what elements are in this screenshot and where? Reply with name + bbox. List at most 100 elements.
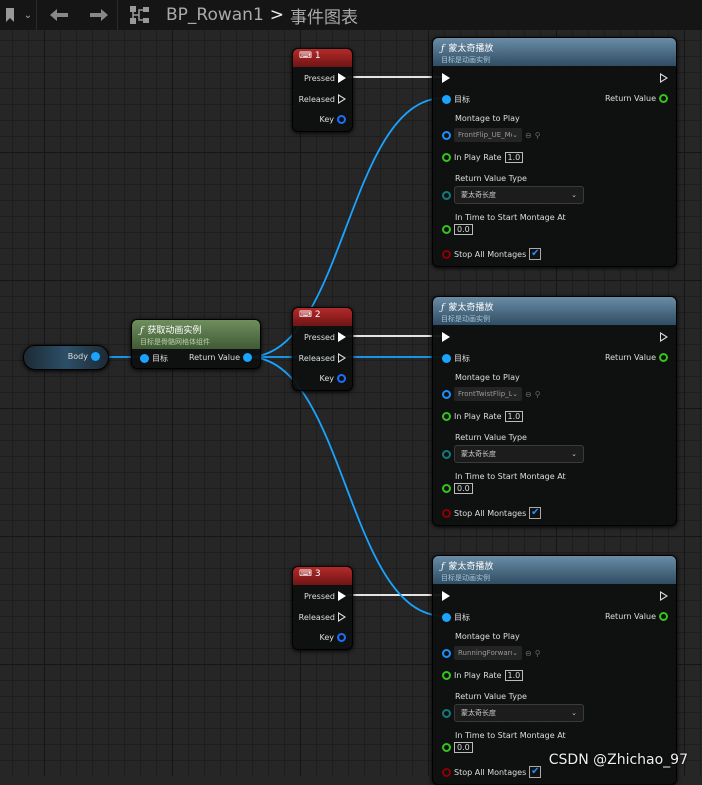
key-event-node[interactable]: ⌨ 2 Pressed Released Key (292, 307, 353, 391)
start-time-pin[interactable] (442, 225, 451, 234)
browse-icon[interactable]: ⊖ (525, 649, 532, 658)
chevron-down-icon: ⌄ (512, 390, 518, 398)
return-type-value: 蒙太奇长度 (461, 191, 496, 199)
chevron-down-icon: ⌄ (512, 131, 518, 139)
exec-out-pin[interactable] (660, 332, 668, 342)
released-exec-pin[interactable] (338, 94, 346, 104)
pressed-label: Pressed (303, 591, 335, 601)
stop-all-checkbox[interactable]: ✔ (529, 248, 542, 260)
montage-label: Montage to Play (455, 114, 520, 123)
target-pin[interactable] (442, 613, 451, 622)
return-type-pin[interactable] (442, 449, 451, 459)
exec-out-pin[interactable] (660, 591, 668, 601)
watermark: CSDN @Zhichao_97 (548, 752, 688, 768)
montage-play-node[interactable]: ƒ 蒙太奇播放 目标是动画实例 目标 Return Value Montage to… (432, 555, 677, 785)
node-subtitle: 目标是动画实例 (441, 56, 490, 64)
stop-all-label: Stop All Montages (454, 767, 527, 777)
target-label: 目标 (454, 354, 470, 363)
search-icon[interactable]: ⚲ (535, 649, 541, 658)
key-output-pin[interactable] (337, 374, 346, 383)
montage-asset-picker[interactable]: FrontTwistFlip_L ⌄ (454, 387, 522, 401)
start-time-pin[interactable] (442, 743, 451, 752)
play-rate-pin[interactable] (442, 153, 451, 162)
released-label: Released (298, 94, 335, 104)
montage-play-node[interactable]: ƒ 蒙太奇播放 目标是动画实例 目标 Return Value Montage to… (432, 296, 677, 526)
exec-out-pin[interactable] (660, 73, 668, 83)
montage-pin[interactable] (442, 130, 451, 140)
pressed-label: Pressed (303, 73, 335, 83)
browse-icon[interactable]: ⊖ (525, 390, 532, 399)
stop-all-checkbox[interactable]: ✔ (529, 766, 542, 778)
pressed-exec-pin[interactable] (338, 73, 346, 83)
montage-value: FrontTwistFlip_L (458, 390, 513, 398)
return-type-label: Return Value Type (455, 692, 527, 701)
return-type-label: Return Value Type (455, 433, 527, 442)
return-type-pin[interactable] (442, 190, 451, 200)
start-time-input[interactable]: 0.0 (454, 483, 473, 494)
key-name: 1 (314, 51, 321, 61)
keyboard-icon: ⌨ (299, 51, 312, 61)
body-output-pin[interactable] (91, 352, 100, 361)
chevron-down-icon: ⌄ (571, 709, 577, 717)
released-label: Released (298, 612, 335, 622)
return-type-dropdown[interactable]: 蒙太奇长度 ⌄ (454, 704, 584, 722)
node-subtitle: 目标是骨骼网格体组件 (140, 338, 210, 346)
return-type-dropdown[interactable]: 蒙太奇长度 ⌄ (454, 445, 584, 463)
stop-all-pin[interactable] (442, 508, 451, 518)
start-time-input[interactable]: 0.0 (454, 224, 473, 235)
keyboard-icon: ⌨ (299, 310, 312, 320)
target-label: 目标 (454, 613, 470, 622)
play-rate-pin[interactable] (442, 671, 451, 680)
function-icon: ƒ (441, 562, 445, 572)
key-output-pin[interactable] (337, 633, 346, 642)
search-icon[interactable]: ⚲ (535, 390, 541, 399)
key-name: 3 (314, 569, 321, 579)
montage-pin[interactable] (442, 648, 451, 658)
montage-pin[interactable] (442, 389, 451, 399)
return-value-pin[interactable] (659, 94, 668, 103)
return-type-value: 蒙太奇长度 (461, 450, 496, 458)
return-value-pin[interactable] (659, 612, 668, 621)
return-value-label: Return Value (604, 612, 656, 621)
montage-asset-picker[interactable]: RunningForward ⌄ (454, 646, 522, 660)
stop-all-label: Stop All Montages (454, 249, 527, 259)
return-value-pin[interactable] (659, 353, 668, 362)
target-pin[interactable] (442, 95, 451, 104)
key-event-node[interactable]: ⌨ 1 Pressed Released Key (292, 48, 353, 132)
search-icon[interactable]: ⚲ (535, 131, 541, 140)
browse-icon[interactable]: ⊖ (525, 131, 532, 140)
stop-all-pin[interactable] (442, 249, 451, 259)
start-time-input[interactable]: 0.0 (454, 742, 473, 753)
montage-asset-picker[interactable]: FrontFlip_UE_Mc ⌄ (454, 128, 522, 142)
key-event-node[interactable]: ⌨ 3 Pressed Released Key (292, 566, 353, 650)
target-pin[interactable] (442, 354, 451, 363)
pressed-exec-pin[interactable] (338, 591, 346, 601)
play-rate-input[interactable]: 1.0 (504, 152, 524, 163)
target-label: 目标 (454, 95, 470, 104)
exec-in-pin[interactable] (442, 332, 450, 342)
montage-label: Montage to Play (455, 632, 520, 641)
play-rate-input[interactable]: 1.0 (504, 411, 524, 422)
key-label: Key (319, 633, 334, 642)
exec-in-pin[interactable] (442, 591, 450, 601)
play-rate-input[interactable]: 1.0 (504, 670, 524, 681)
stop-all-pin[interactable] (442, 767, 451, 777)
pressed-exec-pin[interactable] (338, 332, 346, 342)
key-name: 2 (314, 310, 321, 320)
target-pin[interactable] (140, 354, 149, 363)
return-type-dropdown[interactable]: 蒙太奇长度 ⌄ (454, 186, 584, 204)
start-time-pin[interactable] (442, 484, 451, 493)
montage-play-node[interactable]: ƒ 蒙太奇播放 目标是动画实例 目标 Return Value Montage to… (432, 37, 677, 267)
function-icon: ƒ (441, 44, 445, 54)
return-value-label: Return Value (604, 353, 656, 362)
get-anim-instance-node[interactable]: ƒ 获取动画实例 目标是骨骼网格体组件 目标 Return Value (131, 319, 261, 369)
body-variable-node[interactable]: Body (23, 345, 109, 370)
stop-all-checkbox[interactable]: ✔ (529, 507, 542, 519)
released-exec-pin[interactable] (338, 353, 346, 363)
return-value-pin[interactable] (243, 353, 252, 362)
key-output-pin[interactable] (337, 115, 346, 124)
play-rate-pin[interactable] (442, 412, 451, 421)
return-type-pin[interactable] (442, 708, 451, 718)
exec-in-pin[interactable] (442, 73, 450, 83)
released-exec-pin[interactable] (338, 612, 346, 622)
